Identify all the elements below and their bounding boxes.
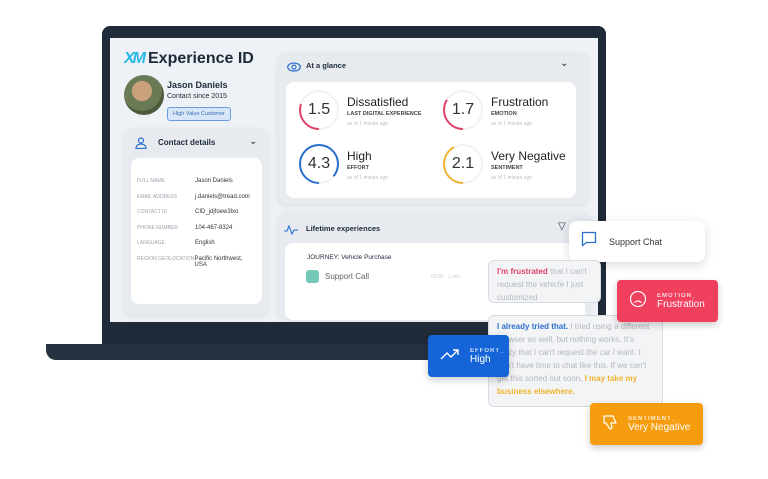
- support-chat-label: Support Chat: [609, 236, 663, 247]
- metric-time: as of 1 minute ago: [491, 121, 533, 127]
- chevron-down-icon[interactable]: ⌄: [249, 136, 257, 147]
- metric-subtitle: Effort: [347, 165, 369, 171]
- pulse-icon: [284, 222, 298, 240]
- person-icon: [135, 136, 147, 150]
- metric-score: 1.5: [307, 101, 331, 118]
- support-call-item[interactable]: Support Call: [325, 272, 369, 281]
- contact-field: Phone number 104-467-8324: [137, 224, 233, 231]
- chat-icon: [581, 231, 597, 252]
- support-call-meta: 00:00 · 1 min: [431, 274, 461, 280]
- metric-gauge: 1.7: [441, 88, 485, 132]
- lifetime-title: Lifetime experiences: [306, 224, 381, 233]
- contact-field: Language English: [137, 240, 215, 246]
- metric-time: as of 1 minute ago: [347, 121, 389, 127]
- effort-tag: EFFORT_ High: [428, 335, 509, 377]
- support-chat-card[interactable]: Support Chat: [569, 221, 705, 262]
- trending-up-icon: [440, 347, 460, 366]
- metric-gauge: 1.5: [297, 88, 341, 132]
- metric-title: Dissatisfied: [347, 95, 409, 109]
- contact-field: Contact ID CID_jdjfoew3lxo: [137, 209, 239, 215]
- metric-score: 2.1: [451, 155, 475, 172]
- filter-icon[interactable]: ▽: [558, 221, 566, 232]
- contact-field: Email address j.daniels@tread.com: [137, 193, 250, 200]
- app-logo: XM Experience ID: [124, 50, 254, 67]
- metric-time: as of 1 minute ago: [491, 175, 533, 181]
- metric-subtitle: Last digital experience: [347, 111, 422, 117]
- contact-details-title: Contact details: [158, 138, 216, 147]
- phone-icon: [306, 270, 319, 283]
- contact-field: Full name Jason Daniels: [137, 178, 233, 184]
- metric-subtitle: Sentiment: [491, 165, 523, 171]
- profile-since: Contact since 2015: [167, 93, 227, 100]
- high-value-badge: High Value Customer: [167, 107, 231, 121]
- profile-name: Jason Daniels: [167, 80, 228, 90]
- metric-title: Very Negative: [491, 149, 566, 163]
- contact-field: Region geolocation Pacific Northwest, USA: [137, 255, 243, 268]
- journey-label: JOURNEY: Vehicle Purchase: [307, 254, 392, 261]
- thumbs-down-icon: [602, 414, 618, 435]
- app-title: Experience ID: [148, 50, 254, 67]
- contact-details-card: Full name Jason Daniels Email address j.dan…: [131, 158, 262, 304]
- metric-score: 4.3: [307, 155, 331, 172]
- metric-title: Frustration: [491, 95, 549, 109]
- metric-title: High: [347, 149, 372, 163]
- chat-message-2: I already tried that. I tried using a di…: [488, 315, 663, 407]
- chevron-down-icon[interactable]: ⌄: [560, 58, 568, 69]
- metric-time: as of 1 minute ago: [347, 175, 389, 181]
- metric-score: 1.7: [451, 101, 475, 118]
- avatar: [124, 75, 164, 115]
- metric-gauge: 2.1: [441, 142, 485, 186]
- sentiment-tag: SENTIMENT_ Very Negative: [590, 403, 703, 445]
- emotion-tag: EMOTION_ Frustration: [617, 280, 718, 322]
- sad-face-icon: [629, 290, 647, 313]
- eye-icon: [287, 59, 301, 77]
- metric-subtitle: Emotion: [491, 111, 517, 117]
- at-a-glance-title: At a glance: [306, 61, 347, 70]
- metric-gauge: 4.3: [297, 142, 341, 186]
- chat-message-1: I'm frustrated that I can't request the …: [488, 260, 601, 303]
